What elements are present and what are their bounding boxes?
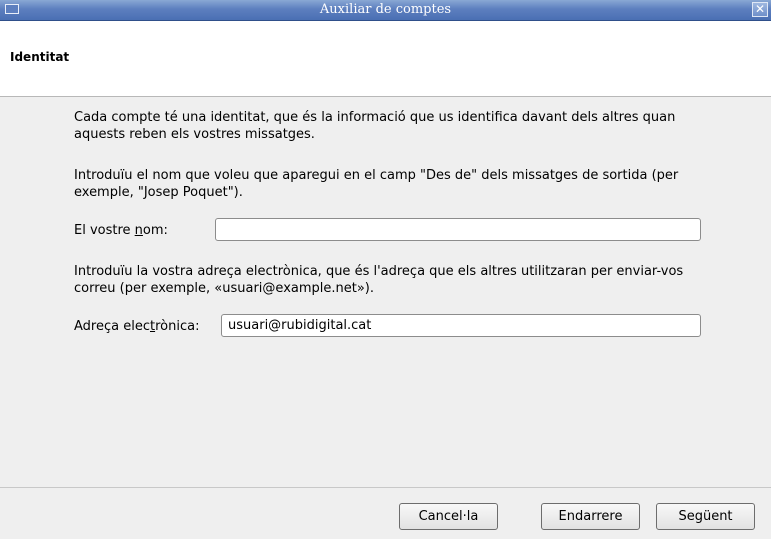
email-label-text: Adreça elec: [74, 319, 150, 334]
email-label-text-end: rònica:: [155, 319, 200, 334]
name-label-text-end: om:: [142, 223, 168, 238]
page-title: Identitat: [10, 50, 70, 64]
cancel-button[interactable]: Cancel·la: [399, 503, 498, 530]
name-label-text: El vostre: [74, 223, 135, 238]
email-label: Adreça electrònica:: [74, 319, 199, 334]
title-bar[interactable]: Auxiliar de comptes ✕: [0, 0, 771, 21]
account-wizard-window: Auxiliar de comptes ✕ Identitat Cada com…: [0, 0, 771, 539]
back-button[interactable]: Endarrere: [541, 503, 640, 530]
wizard-header: Identitat: [0, 21, 771, 97]
intro-paragraph: Cada compte té una identitat, que és la …: [74, 110, 676, 142]
name-label: El vostre nom:: [74, 223, 168, 238]
email-instructions: Introduïu la vostra adreça electrònica, …: [74, 264, 684, 296]
window-title: Auxiliar de comptes: [319, 2, 452, 17]
next-button[interactable]: Següent: [656, 503, 755, 530]
email-input[interactable]: [221, 314, 701, 337]
name-label-mnemonic: n: [134, 223, 143, 238]
wizard-content: Cada compte té una identitat, que és la …: [0, 97, 771, 487]
name-instructions: Introduïu el nom que voleu que aparegui …: [74, 168, 679, 200]
button-bar: Cancel·la Endarrere Següent: [0, 487, 771, 539]
name-input[interactable]: [215, 218, 701, 241]
close-icon[interactable]: ✕: [752, 2, 768, 17]
